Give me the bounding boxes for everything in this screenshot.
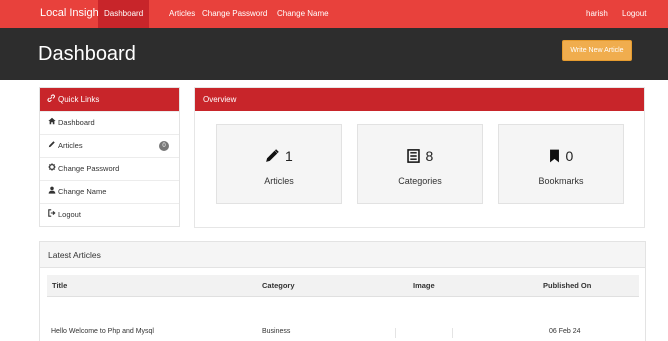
ql-item-dashboard[interactable]: Dashboard — [40, 111, 179, 134]
column-title: Title — [52, 281, 68, 290]
stat-categories[interactable]: 8 Categories — [357, 124, 483, 204]
stat-label: Bookmarks — [538, 176, 584, 186]
ql-item-label: Dashboard — [58, 118, 95, 127]
column-published-on: Published On — [543, 281, 592, 290]
overview-header: Overview — [195, 88, 644, 111]
row-published-on: 06 Feb 24 — [549, 328, 581, 335]
quick-links-panel: Quick Links Dashboard Articles 0 Change … — [39, 87, 180, 227]
nav-change-name[interactable]: Change Name — [271, 0, 335, 28]
stat-bookmarks[interactable]: 0 Bookmarks — [498, 124, 624, 204]
row-category: Business — [262, 328, 291, 335]
ql-item-label: Articles — [58, 141, 83, 150]
stat-value: 0 — [565, 148, 574, 164]
stat-value: 8 — [425, 148, 434, 164]
row-title[interactable]: Hello Welcome to Php and Mysql — [51, 328, 154, 335]
ql-item-label: Change Name — [58, 187, 107, 196]
ql-item-change-name[interactable]: Change Name — [40, 180, 179, 203]
column-category: Category — [262, 281, 295, 290]
quick-links-header: Quick Links — [40, 88, 179, 111]
pencil-icon — [265, 148, 285, 164]
quick-links-title: Quick Links — [58, 95, 100, 104]
logout-icon — [47, 204, 57, 226]
nav-change-password[interactable]: Change Password — [196, 0, 273, 28]
article-image-thumbnail — [395, 328, 453, 338]
write-new-article-button[interactable]: Write New Article — [562, 40, 632, 61]
overview-panel: Overview 1 Articles 8 Categories 0 Bookm… — [194, 87, 645, 228]
ql-item-articles[interactable]: Articles 0 — [40, 134, 179, 157]
ql-item-change-password[interactable]: Change Password — [40, 157, 179, 180]
list-icon — [406, 148, 426, 164]
link-icon — [47, 88, 55, 111]
column-image: Image — [413, 281, 435, 290]
pencil-icon — [47, 135, 57, 157]
latest-articles-header: Latest Articles — [40, 242, 645, 268]
ql-item-label: Change Password — [58, 164, 120, 173]
table-header: Title Category Image Published On — [47, 275, 639, 297]
latest-articles-panel: Latest Articles Title Category Image Pub… — [39, 241, 646, 341]
header-band: Dashboard Write New Article — [0, 28, 668, 80]
top-navbar: Local Insight Dashboard Articles Change … — [0, 0, 668, 28]
ql-item-logout[interactable]: Logout — [40, 203, 179, 226]
gear-icon — [47, 158, 57, 180]
stat-articles[interactable]: 1 Articles — [216, 124, 342, 204]
user-icon — [47, 181, 57, 203]
brand-link[interactable]: Local Insight — [40, 7, 102, 19]
home-icon — [47, 112, 57, 134]
nav-dashboard[interactable]: Dashboard — [98, 0, 150, 28]
stat-label: Categories — [398, 176, 442, 186]
articles-count-badge: 0 — [159, 141, 169, 151]
bookmark-icon — [549, 148, 566, 164]
stat-label: Articles — [264, 176, 294, 186]
nav-user[interactable]: harish — [586, 0, 608, 28]
ql-item-label: Logout — [58, 210, 81, 219]
stat-value: 1 — [285, 148, 293, 164]
nav-logout[interactable]: Logout — [622, 0, 646, 28]
page-title: Dashboard — [38, 43, 136, 65]
